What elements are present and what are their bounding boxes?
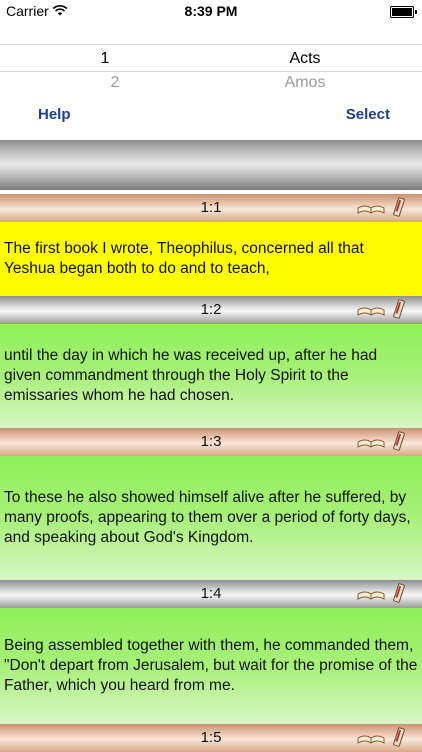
chapter-book-picker[interactable]: 1 Acts 2 Amos xyxy=(0,44,422,96)
verse-tools xyxy=(357,727,405,747)
chapter-header-bar xyxy=(0,140,422,190)
verse-reference: 1:2 xyxy=(200,301,222,318)
picker-selected-number[interactable]: 1 xyxy=(60,50,150,68)
verse-tools xyxy=(357,197,405,217)
open-book-icon[interactable] xyxy=(357,439,385,448)
picker-divider-top xyxy=(0,44,422,45)
picker-next-number[interactable]: 2 xyxy=(60,74,170,92)
verse-tools xyxy=(357,299,405,319)
open-book-icon[interactable] xyxy=(357,307,385,316)
picker-divider-mid xyxy=(0,71,422,72)
verse-tools xyxy=(357,583,405,603)
verse-header: 1:2 xyxy=(0,296,422,324)
battery-icon xyxy=(390,6,417,18)
open-book-icon[interactable] xyxy=(357,205,385,214)
verse-reference: 1:1 xyxy=(200,199,222,216)
pencil-icon[interactable] xyxy=(393,727,405,747)
status-bar: Carrier 8:39 PM xyxy=(0,0,422,24)
verse-list[interactable]: 1:1 The first book I wrote, Theophilus, … xyxy=(0,194,422,752)
verse-header: 1:5 xyxy=(0,724,422,752)
verse-header: 1:1 xyxy=(0,194,422,222)
select-button[interactable]: Select xyxy=(346,106,390,123)
open-book-icon[interactable] xyxy=(357,735,385,744)
verse-text[interactable]: until the day in which he was received u… xyxy=(0,324,422,428)
verse-reference: 1:3 xyxy=(200,433,222,450)
verse-reference: 1:4 xyxy=(200,585,222,602)
pencil-icon[interactable] xyxy=(393,299,405,319)
verse-reference: 1:5 xyxy=(200,729,222,746)
clock: 8:39 PM xyxy=(184,3,238,19)
pencil-icon[interactable] xyxy=(393,583,405,603)
pencil-icon[interactable] xyxy=(393,431,405,451)
verse-text[interactable]: Being assembled together with them, he c… xyxy=(0,608,422,724)
verse-text[interactable]: The first book I wrote, Theophilus, conc… xyxy=(0,222,422,296)
pencil-icon[interactable] xyxy=(393,197,405,217)
verse-tools xyxy=(357,431,405,451)
verse-header: 1:4 xyxy=(0,580,422,608)
picker-selected-book[interactable]: Acts xyxy=(250,50,360,68)
open-book-icon[interactable] xyxy=(357,591,385,600)
verse-header: 1:3 xyxy=(0,428,422,456)
verse-text[interactable]: To these he also showed himself alive af… xyxy=(0,456,422,580)
help-button[interactable]: Help xyxy=(38,106,71,123)
picker-next-book[interactable]: Amos xyxy=(250,74,360,92)
